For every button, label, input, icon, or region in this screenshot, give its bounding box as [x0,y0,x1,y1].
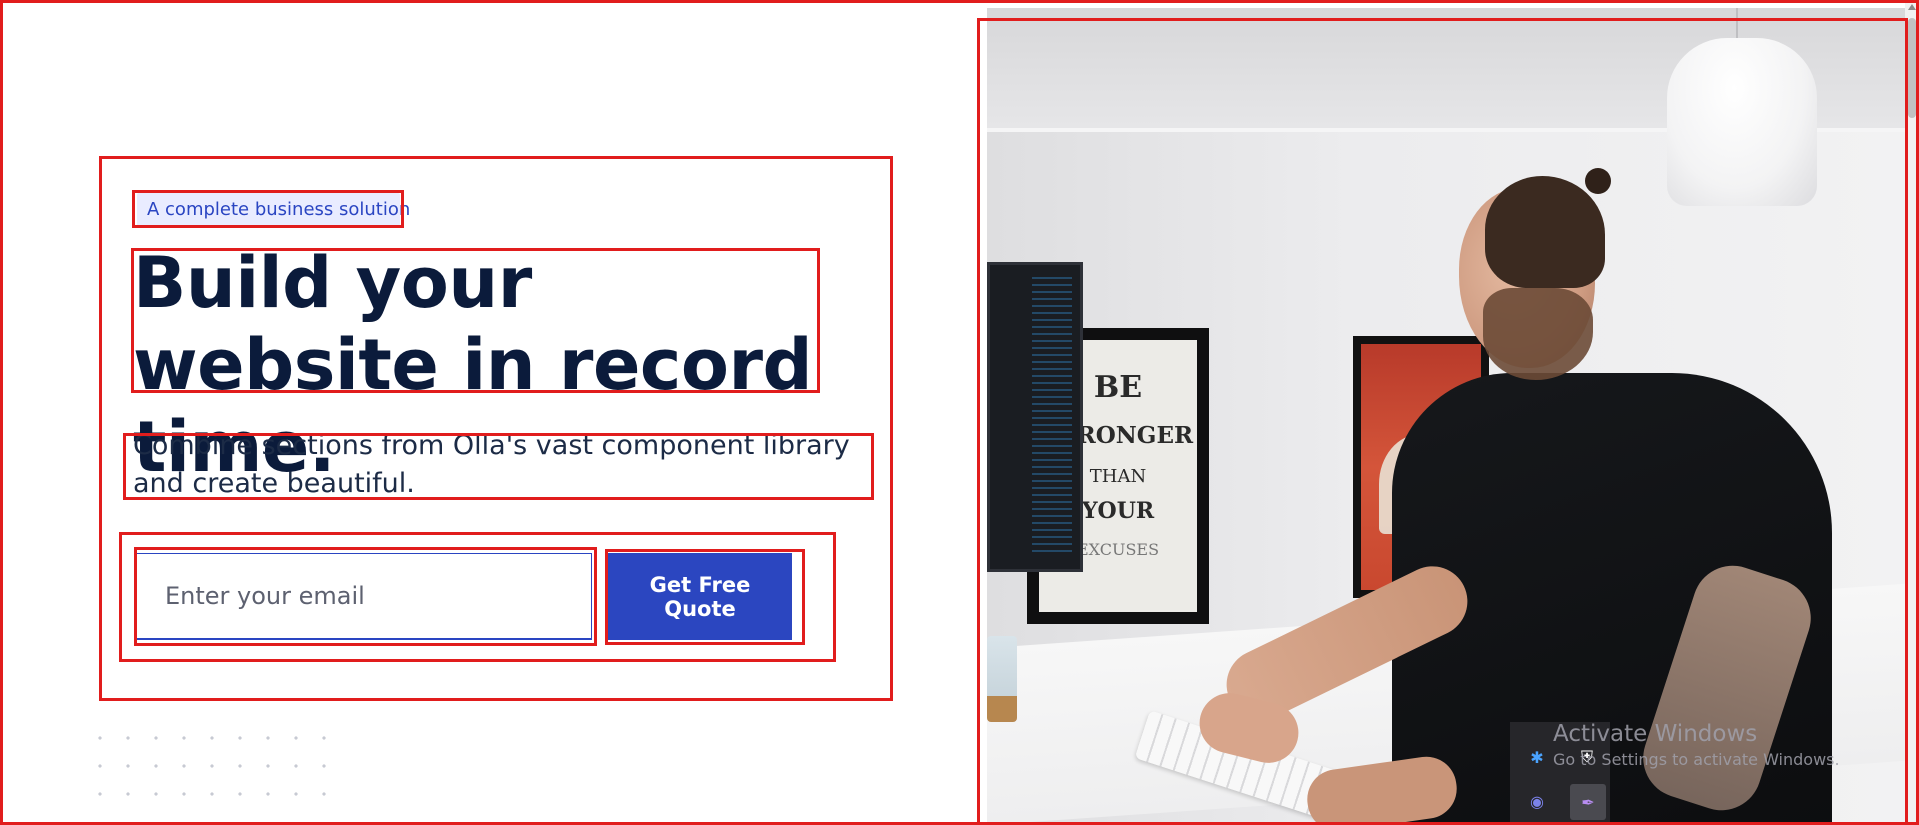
photo-pendant-lamp [1667,38,1817,206]
watermark-title: Activate Windows [1553,721,1758,747]
hero-badge: A complete business solution [137,193,410,226]
photo-mug [987,636,1017,722]
photo-monitor [987,262,1083,572]
hero-subtext: Combine sections from Olla's vast compon… [133,430,850,499]
feather-app-icon[interactable]: ✒ [1570,784,1606,820]
photo-person-hair [1485,176,1605,288]
photo-person-hair-bun [1585,168,1611,194]
photo-lamp-cord [1736,8,1738,42]
page-scrollbar[interactable] [1905,0,1919,825]
hero-section: A complete business solution Build your … [0,0,988,825]
teams-icon[interactable]: ◉ [1524,788,1550,814]
hero-photo: BE STRONGER THAN YOUR EXCUSES [987,8,1905,825]
bluetooth-icon[interactable]: ✱ [1524,744,1550,770]
scrollbar-thumb[interactable] [1908,18,1916,118]
photo-person-beard [1483,288,1593,380]
email-input[interactable] [136,553,592,640]
get-free-quote-button[interactable]: Get Free Quote [608,553,792,640]
decorative-dot-grid [86,724,326,814]
page: A complete business solution Build your … [0,0,1919,825]
scroll-up-arrow-icon[interactable] [1908,4,1916,10]
watermark-subtitle: Go to Settings to activate Windows. [1553,750,1840,769]
activate-windows-watermark: Activate Windows Go to Settings to activ… [1553,720,1840,772]
